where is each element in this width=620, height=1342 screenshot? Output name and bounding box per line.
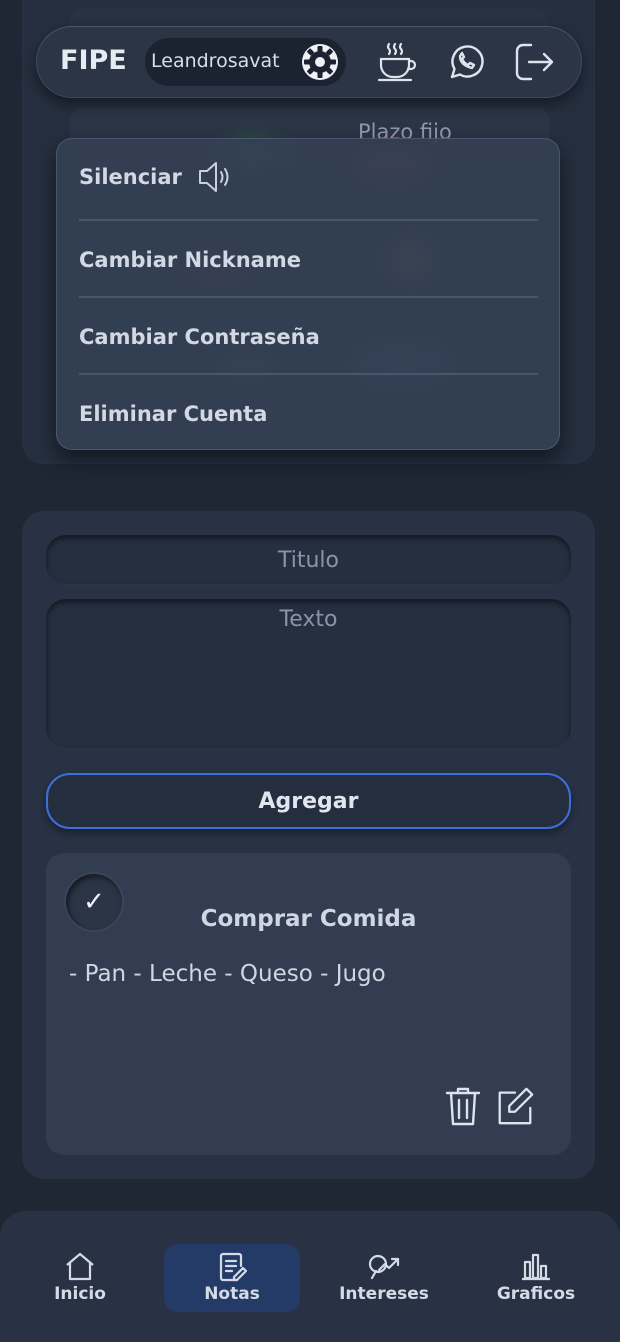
username-label: Leandrosavat [151, 50, 280, 72]
coffee-icon[interactable] [374, 40, 418, 84]
speaker-icon [196, 159, 236, 195]
text-input[interactable] [46, 599, 571, 749]
nav-item-notas[interactable]: Notas [164, 1244, 300, 1312]
bottom-nav: Inicio Notas Intereses Graficos [0, 1212, 620, 1342]
nav-item-intereses[interactable]: Intereses [316, 1244, 452, 1312]
settings-menu: Silenciar Cambiar Nickname Cambiar Contr… [56, 138, 560, 450]
edit-icon[interactable] [494, 1083, 536, 1129]
nav-item-graficos[interactable]: Graficos [468, 1244, 604, 1312]
home-icon [64, 1252, 96, 1286]
interests-icon [367, 1252, 401, 1286]
menu-item-cambiar-nickname[interactable]: Cambiar Nickname [79, 221, 538, 298]
whatsapp-icon[interactable] [444, 40, 488, 84]
menu-item-eliminar-cuenta[interactable]: Eliminar Cuenta [79, 375, 538, 452]
logout-icon[interactable] [512, 40, 556, 84]
nav-item-inicio[interactable]: Inicio [12, 1244, 148, 1312]
chart-icon [520, 1252, 552, 1286]
note-card: ✓ Comprar Comida - Pan - Leche - Queso -… [46, 853, 571, 1155]
notes-icon [217, 1252, 248, 1288]
title-input[interactable] [46, 535, 571, 585]
note-title: Comprar Comida [200, 906, 417, 932]
gear-icon[interactable] [298, 40, 342, 84]
menu-item-label: Eliminar Cuenta [79, 401, 268, 426]
menu-item-label: Cambiar Nickname [79, 247, 301, 272]
menu-item-label: Cambiar Contraseña [79, 324, 320, 349]
notes-card: Agregar ✓ Comprar Comida - Pan - Leche -… [22, 511, 595, 1179]
nav-label: Graficos [496, 1284, 576, 1304]
brand-logo[interactable]: FIPE [60, 45, 127, 76]
trash-icon[interactable] [442, 1083, 484, 1129]
menu-item-cambiar-contrasena[interactable]: Cambiar Contraseña [79, 298, 538, 375]
menu-item-silenciar[interactable]: Silenciar [79, 138, 538, 215]
nav-label: Inicio [54, 1284, 106, 1304]
add-button[interactable]: Agregar [46, 773, 571, 829]
nav-label: Intereses [339, 1284, 429, 1304]
top-header: FIPE Leandrosavat [36, 26, 582, 98]
note-body: - Pan - Leche - Queso - Jugo [69, 961, 386, 987]
menu-item-label: Silenciar [79, 164, 182, 189]
user-pill[interactable]: Leandrosavat [145, 38, 346, 86]
